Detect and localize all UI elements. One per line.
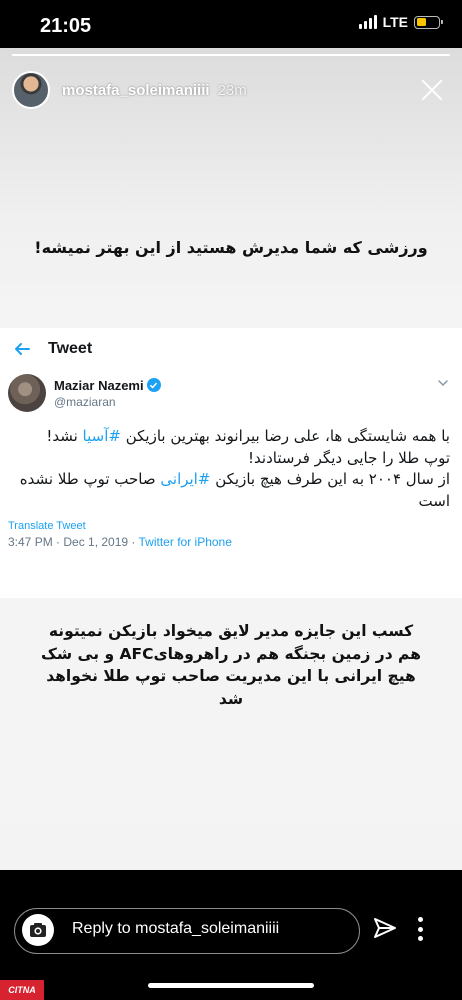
author-handle: @maziaran	[54, 394, 116, 409]
home-indicator	[148, 983, 314, 988]
more-options-icon[interactable]	[418, 917, 424, 941]
story-progress-fill	[12, 54, 450, 56]
watermark-logo: CITNA	[0, 980, 44, 1000]
status-bar: 21:05 LTE	[0, 0, 462, 48]
tweet-meta: 3:47 PM · Dec 1, 2019 · Twitter for iPho…	[8, 535, 232, 549]
signal-icon	[358, 15, 377, 29]
story-progress-bar	[12, 54, 450, 56]
story-caption-bottom: کسب این جایزه مدیر لایق میخواد بازیکن نم…	[41, 622, 421, 708]
tweet-body-line-3: از سال ۲۰۰۴ به این طرف هیچ بازیکن #ایران…	[8, 469, 450, 512]
camera-button[interactable]	[22, 914, 54, 946]
author-name: Maziar Nazemi	[54, 377, 144, 393]
tweet-timestamp: 3:47 PM · Dec 1, 2019 ·	[8, 535, 139, 549]
reply-area: Reply to mostafa_soleimaniiii	[0, 870, 462, 1000]
battery-fill	[416, 18, 426, 26]
back-arrow-icon	[15, 343, 30, 355]
story-caption-top: ورزشی که شما مدیرش هستید از این بهتر نمی…	[34, 238, 428, 257]
story-time-ago: 23m	[217, 81, 247, 99]
tweet-nav: Tweet	[0, 328, 462, 370]
close-icon[interactable]	[418, 76, 446, 104]
tweet-nav-title: Tweet	[48, 340, 93, 357]
author-names: Maziar Nazemi @maziaran	[54, 378, 161, 409]
tweet-text: از سال ۲۰۰۴ به این طرف هیچ بازیکن	[210, 470, 450, 488]
hashtag-asia: #آسیا	[82, 427, 121, 445]
tweet-body-line-1: با همه شایستگی ها، علی رضا بیرانوند بهتر…	[8, 426, 450, 448]
tweet-text: نشد!	[46, 427, 83, 445]
story-view[interactable]: mostafa_soleimaniiii 23m ورزشی که شما مد…	[0, 48, 462, 870]
verified-icon	[146, 378, 161, 392]
tweet-text: با همه شایستگی ها، علی رضا بیرانوند بهتر…	[120, 427, 450, 445]
network-label: LTE	[382, 14, 408, 30]
translate-tweet-link: Translate Tweet	[8, 520, 86, 532]
hashtag-iranian: #ایرانی	[160, 470, 211, 488]
author-avatar	[8, 374, 46, 412]
tweet-author: Maziar Nazemi @maziaran	[8, 374, 161, 412]
battery-icon	[414, 15, 443, 29]
status-time: 21:05	[40, 15, 92, 37]
camera-icon	[30, 923, 46, 937]
tweet-source: Twitter for iPhone	[138, 535, 232, 549]
avatar[interactable]	[12, 71, 50, 109]
watermark-text: CITNA	[8, 985, 36, 995]
send-icon[interactable]	[372, 915, 398, 941]
story-header: mostafa_soleimaniiii 23m	[12, 68, 450, 112]
tweet-body: با همه شایستگی ها، علی رضا بیرانوند بهتر…	[8, 426, 450, 512]
author-name-row: Maziar Nazemi	[54, 378, 161, 393]
chevron-down-icon	[438, 380, 448, 387]
story-username[interactable]: mostafa_soleimaniiii	[62, 82, 210, 99]
tweet-body-line-2: توپ طلا را جایی دیگر فرستادند!	[248, 448, 450, 467]
reply-placeholder: Reply to mostafa_soleimaniiii	[72, 920, 280, 937]
tweet-screenshot: Tweet Maziar Nazemi @maziaran با همه شای…	[0, 328, 462, 598]
status-indicators: LTE	[358, 14, 443, 30]
